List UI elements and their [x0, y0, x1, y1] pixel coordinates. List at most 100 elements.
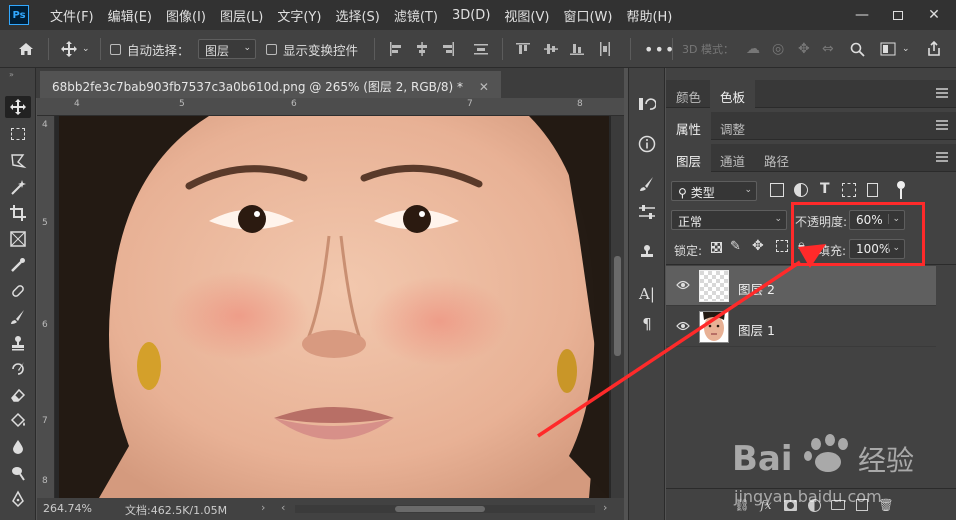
align-vcenter-icon[interactable]	[544, 42, 558, 56]
zoom-level[interactable]: 264.74%	[43, 502, 92, 515]
ruler-label: 8	[577, 99, 583, 109]
lasso-tool-icon[interactable]	[5, 150, 31, 172]
collapse-arrows-icon[interactable]: »	[9, 70, 14, 79]
menu-layer[interactable]: 图层(L)	[213, 6, 270, 25]
lock-transparent-icon[interactable]	[711, 242, 722, 253]
lock-pixels-icon[interactable]: ✎	[730, 239, 741, 254]
restore-icon[interactable]	[884, 0, 912, 30]
auto-select-target-dropdown[interactable]: 图层 ⌄	[198, 39, 256, 59]
panel-menu-icon[interactable]	[936, 88, 948, 98]
filter-adjustment-icon[interactable]	[794, 183, 808, 197]
info-panel-icon[interactable]	[634, 132, 660, 156]
magic-wand-tool-icon[interactable]	[5, 177, 31, 199]
share-icon[interactable]	[926, 30, 942, 68]
paint-bucket-tool-icon[interactable]	[5, 410, 31, 432]
history-panel-icon[interactable]	[634, 92, 660, 116]
filter-pixel-icon[interactable]	[770, 183, 784, 197]
distribute-vertical-icon[interactable]	[598, 42, 612, 56]
3d-orbit-icon[interactable]: ☁	[746, 30, 760, 68]
lock-position-icon[interactable]: ✥	[752, 238, 764, 254]
h-scrollbar-thumb[interactable]	[395, 506, 485, 512]
tab-adjustments[interactable]: 调整	[710, 112, 755, 140]
menu-filter[interactable]: 滤镜(T)	[387, 6, 445, 25]
3d-slide-icon[interactable]: ⇔	[822, 30, 834, 68]
canvas-area[interactable]	[55, 116, 624, 498]
search-icon[interactable]	[850, 30, 865, 68]
tab-paths[interactable]: 路径	[754, 144, 799, 172]
filter-toggle-stem	[900, 189, 902, 199]
visibility-eye-icon[interactable]	[676, 320, 690, 334]
marquee-tool-icon[interactable]	[5, 123, 31, 145]
scroll-right-icon[interactable]: ›	[603, 501, 607, 514]
horizontal-scrollbar[interactable]	[295, 505, 595, 513]
menu-help[interactable]: 帮助(H)	[619, 6, 679, 25]
distribute-icon[interactable]	[474, 42, 488, 56]
layer-name[interactable]: 图层 2	[738, 279, 775, 298]
align-left-icon[interactable]	[389, 42, 403, 56]
filter-shape-icon[interactable]	[842, 183, 856, 197]
vertical-scrollbar[interactable]	[611, 116, 624, 498]
menu-select[interactable]: 选择(S)	[328, 6, 386, 25]
scrollbar-thumb[interactable]	[614, 256, 621, 356]
3d-roll-icon[interactable]: ◎	[772, 30, 784, 68]
dodge-tool-icon[interactable]	[5, 462, 31, 484]
panel-menu-icon[interactable]	[936, 120, 948, 130]
workspace-icon[interactable]: ⌄	[880, 30, 910, 68]
blur-tool-icon[interactable]	[5, 436, 31, 458]
character-panel-icon[interactable]: A|	[634, 282, 660, 306]
menu-file[interactable]: 文件(F)	[43, 6, 101, 25]
crop-tool-icon[interactable]	[5, 202, 31, 224]
menu-image[interactable]: 图像(I)	[159, 6, 213, 25]
filter-type-icon[interactable]: T	[820, 181, 830, 197]
eyedropper-tool-icon[interactable]	[5, 254, 31, 276]
tab-layers[interactable]: 图层	[666, 144, 712, 172]
adjustment-sliders-icon[interactable]	[634, 200, 660, 224]
panel-menu-icon[interactable]	[936, 152, 948, 162]
brush-tool-icon[interactable]	[5, 306, 31, 328]
close-icon[interactable]: ✕	[920, 0, 948, 30]
align-bottom-icon[interactable]	[570, 42, 584, 56]
layer-name[interactable]: 图层 1	[738, 320, 775, 339]
layer-row[interactable]: 图层 1	[666, 307, 936, 347]
tab-swatches[interactable]: 色板	[710, 80, 756, 108]
move-tool-preset-icon[interactable]: ⌄	[60, 30, 90, 68]
menu-view[interactable]: 视图(V)	[497, 6, 556, 25]
history-brush-tool-icon[interactable]	[5, 358, 31, 380]
frame-tool-icon[interactable]	[5, 228, 31, 250]
filter-smartobject-icon[interactable]	[867, 183, 878, 197]
eraser-tool-icon[interactable]	[5, 384, 31, 406]
more-options-icon[interactable]: •••	[644, 30, 675, 68]
paragraph-panel-icon[interactable]: ¶	[634, 312, 660, 336]
align-top-icon[interactable]	[516, 42, 530, 56]
menu-3d[interactable]: 3D(D)	[445, 8, 497, 23]
blend-mode-dropdown[interactable]: 正常 ⌄	[671, 210, 787, 230]
auto-select-checkbox[interactable]: 自动选择：	[110, 30, 190, 68]
filter-toggle-icon[interactable]	[897, 181, 905, 189]
scroll-left-icon[interactable]: ‹	[281, 501, 285, 514]
healing-brush-tool-icon[interactable]	[5, 280, 31, 302]
tab-channels[interactable]: 通道	[710, 144, 755, 172]
align-right-icon[interactable]	[441, 42, 455, 56]
show-transform-checkbox[interactable]: 显示变换控件	[266, 30, 358, 68]
brush-settings-icon[interactable]	[634, 172, 660, 196]
menu-window[interactable]: 窗口(W)	[556, 6, 619, 25]
pen-tool-icon[interactable]	[5, 488, 31, 510]
menu-type[interactable]: 文字(Y)	[270, 6, 328, 25]
document-tab[interactable]: 68bb2fe3c7bab903fb7537c3a0b610d.png @ 26…	[40, 71, 501, 98]
move-tool-icon[interactable]	[5, 96, 31, 118]
menu-edit[interactable]: 编辑(E)	[101, 6, 159, 25]
tab-color[interactable]: 颜色	[666, 80, 711, 108]
3d-pan-icon[interactable]: ✥	[798, 30, 810, 68]
tab-properties[interactable]: 属性	[666, 112, 712, 140]
visibility-eye-icon[interactable]	[676, 279, 690, 293]
lock-artboard-icon[interactable]	[776, 240, 788, 252]
home-icon[interactable]	[18, 30, 34, 68]
layer-row-selected[interactable]: 图层 2	[666, 266, 936, 306]
align-hcenter-icon[interactable]	[415, 42, 429, 56]
minimize-icon[interactable]: —	[848, 0, 876, 30]
close-tab-icon[interactable]: ✕	[479, 80, 489, 94]
clone-stamp-tool-icon[interactable]	[5, 332, 31, 354]
status-more-icon[interactable]: ›	[261, 501, 265, 514]
clone-source-icon[interactable]	[634, 240, 660, 264]
layer-filter-dropdown[interactable]: ⚲ 类型 ⌄	[671, 181, 757, 201]
